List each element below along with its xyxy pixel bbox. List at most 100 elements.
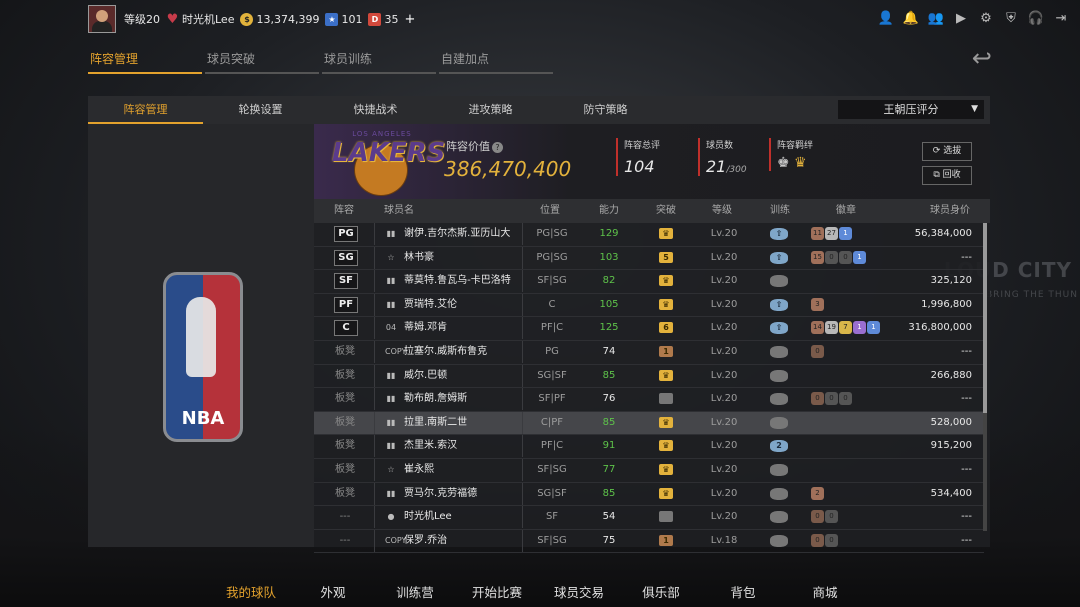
subtab-defense[interactable]: 防守策略 [548,96,663,124]
player-level: Lv.20 [710,345,738,357]
nav-training-camp[interactable]: 训练营 [374,582,456,601]
avatar[interactable] [88,5,116,33]
training-upgrade-icon[interactable]: ⇧ [770,251,788,264]
player-name[interactable]: 贾瑞特.艾伦 [404,294,457,316]
table-row[interactable]: SG ☆ 林书豪 PG|SG 103 5 Lv.20 ⇧ 15 0 0 1 --- [314,246,984,271]
sort-select[interactable]: 王朝压评分 ▼ [838,100,984,119]
training-upgrade-icon[interactable]: ⇧ [770,322,788,335]
settings-gear-icon[interactable]: ⚙ [977,10,995,28]
player-name[interactable]: 贾马尔.克劳福德 [404,483,477,505]
training-empty-icon[interactable] [770,511,788,524]
col-player-name[interactable]: 球员名 [384,199,414,223]
recycle-button[interactable]: ⧉ 回收 [922,166,972,185]
lakers-logo: LOS ANGELES LAKERS [324,130,445,196]
col-worth[interactable]: 球员身价 [930,199,970,223]
nav-my-team[interactable]: 我的球队 [210,582,292,601]
table-row[interactable]: 板凳 ▮▮ 勒布朗.詹姆斯 SF|PF 76 Lv.20 000 --- [314,388,984,412]
training-empty-icon[interactable] [770,345,788,358]
nav-club[interactable]: 俱乐部 [620,582,702,601]
table-row[interactable]: 板凳 ▮▮ 拉里.南斯二世 C|PF 85 ♛ Lv.20 528,000 [314,411,984,436]
player-position: SF|SG [537,275,567,287]
player-name[interactable]: 勒布朗.詹姆斯 [404,388,467,410]
player-name[interactable]: 谢伊.吉尔杰斯.亚历山大 [404,223,510,245]
nav-shop[interactable]: 商城 [784,582,866,601]
col-position[interactable]: 位置 [540,199,560,223]
player-name[interactable]: 时光机Lee [404,506,452,528]
training-empty-icon[interactable] [770,463,788,476]
player-worth: --- [961,511,972,523]
profile-icon[interactable]: 👤 [877,10,895,28]
player-name[interactable]: 保罗.乔治 [404,530,447,552]
player-name[interactable]: 拉里.南斯二世 [404,412,467,434]
col-breakthrough[interactable]: 突破 [656,199,676,223]
nav-start-game[interactable]: 开始比赛 [456,582,538,601]
subtab-offense[interactable]: 进攻策略 [433,96,548,124]
player-position: SF|PF [538,393,566,405]
shield-icon[interactable]: ⛨ [1002,10,1020,28]
subtab-rotation[interactable]: 轮换设置 [203,96,318,124]
table-row[interactable]: 板凳 ▮▮ 贾马尔.克劳福德 SG|SF 85 ♛ Lv.20 2 534,40… [314,482,984,507]
col-badges[interactable]: 徽章 [836,199,856,223]
subtab-quick-tactics[interactable]: 快捷战术 [318,96,433,124]
badge-icon: 14 [811,321,824,335]
player-worth: 266,880 [930,369,972,381]
nba-logo: NBA [163,272,243,442]
tab-player-training[interactable]: 球员训练 [322,50,436,74]
badge-icon: 1 [853,250,866,264]
help-icon[interactable]: ? [492,142,503,153]
player-name[interactable]: 蒂姆.邓肯 [404,317,447,339]
add-currency-button[interactable]: + [404,12,415,27]
video-icon[interactable]: ▶ [952,10,970,28]
col-training[interactable]: 训练 [770,199,790,223]
overall-value: 104 [624,157,655,176]
training-upgrade-icon[interactable]: ⇧ [770,228,788,240]
nav-backpack[interactable]: 背包 [702,582,784,601]
table-row[interactable]: PF ▮▮ 贾瑞特.艾伦 C 105 ♛ Lv.20 ⇧ 3 1,996,800 [314,293,984,318]
exit-icon[interactable]: ⇥ [1052,10,1070,28]
col-level[interactable]: 等级 [712,199,732,223]
tab-lineup-management[interactable]: 阵容管理 [88,50,202,74]
table-row[interactable]: 板凳 ▮▮ 杰里米.索汉 PF|C 91 ♛ Lv.20 2 915,200 [314,435,984,459]
breakthrough-empty-icon [659,511,673,523]
training-empty-icon[interactable] [770,487,788,500]
col-rating[interactable]: 能力 [599,199,619,223]
training-empty-icon[interactable] [770,369,788,382]
table-row[interactable]: C 04 蒂姆.邓肯 PF|C 125 6 Lv.20 ⇧ 14 19 7 1 1 31… [314,317,984,341]
table-row[interactable]: 板凳 ☆ 崔永熙 SF|SG 77 ♛ Lv.20 --- [314,458,984,483]
subtab-lineup[interactable]: 阵容管理 [88,96,203,124]
notification-bell-icon[interactable]: 🔔 [902,10,920,28]
headset-icon[interactable]: 🎧 [1027,10,1045,28]
tab-player-breakthrough[interactable]: 球员突破 [205,50,319,74]
table-row[interactable]: PG ▮▮ 谢伊.吉尔杰斯.亚历山大 PG|SG 129 ♛ Lv.20 ⇧ 1… [314,223,984,247]
training-empty-icon[interactable] [770,275,788,288]
player-name[interactable]: 蒂莫特.鲁瓦乌-卡巴洛特 [404,270,511,292]
back-arrow-icon[interactable]: ↩ [972,44,992,72]
training-empty-icon[interactable] [770,416,788,429]
level-text: 等级20 [124,13,160,26]
bond-icons[interactable]: ♚ ♛ [777,155,813,171]
friends-icon[interactable]: 👥 [927,10,945,28]
training-empty-icon[interactable] [770,534,788,547]
breakthrough-crown-icon: ♛ [659,463,673,475]
select-button[interactable]: ⟳ 选拔 [922,142,972,161]
table-scrollbar[interactable] [983,223,987,531]
table-row[interactable]: SF ▮▮ 蒂莫特.鲁瓦乌-卡巴洛特 SF|SG 82 ♛ Lv.20 325,… [314,270,984,294]
training-empty-icon[interactable] [770,393,788,406]
scrollbar-thumb[interactable] [983,223,987,413]
col-lineup[interactable]: 阵容 [334,199,354,223]
table-row[interactable]: --- ● 时光机Lee SF 54 Lv.20 00 --- [314,506,984,530]
player-name[interactable]: 拉塞尔.威斯布鲁克 [404,341,487,363]
nav-player-trade[interactable]: 球员交易 [538,582,620,601]
player-name[interactable]: 林书豪 [404,247,434,269]
player-name[interactable]: 崔永熙 [404,459,434,481]
player-position: PF|C [540,440,564,452]
tab-custom-points[interactable]: 自建加点 [439,50,553,74]
player-name[interactable]: 杰里米.索汉 [404,435,457,457]
training-level-badge[interactable]: 2 [770,440,788,453]
nav-appearance[interactable]: 外观 [292,582,374,601]
training-upgrade-icon[interactable]: ⇧ [770,298,788,311]
table-row[interactable]: 板凳 COPY 拉塞尔.威斯布鲁克 PG 74 1 Lv.20 0 --- [314,340,984,365]
player-name[interactable]: 威尔.巴顿 [404,365,447,387]
table-row[interactable]: 板凳 ▮▮ 威尔.巴顿 SG|SF 85 ♛ Lv.20 266,880 [314,364,984,389]
table-row[interactable]: --- COPY 保罗.乔治 SF|SG 75 1 Lv.18 00 --- [314,529,984,554]
